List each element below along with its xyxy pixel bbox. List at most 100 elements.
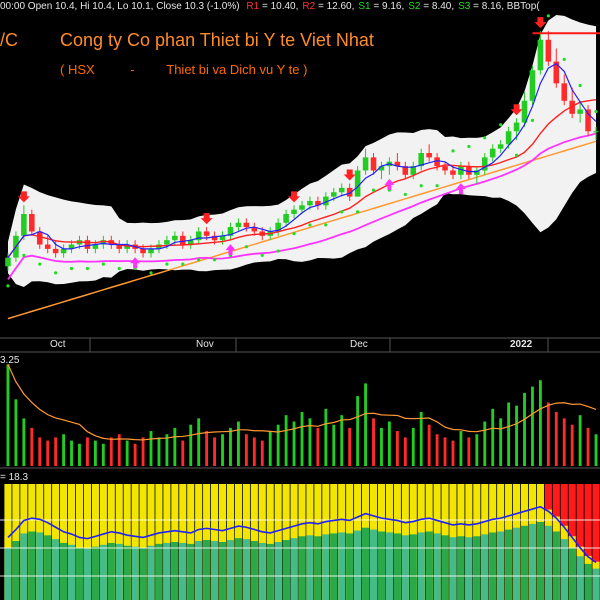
indicator-column-base (67, 544, 76, 600)
indicator-column-base (361, 527, 370, 600)
volume-bar (6, 364, 10, 466)
volume-bar (157, 437, 161, 466)
indicator-column-base (36, 532, 44, 600)
indicator-column-base (441, 535, 449, 600)
volume-bar (213, 437, 217, 466)
volume-bar (244, 434, 248, 466)
indicator-column-base (314, 536, 322, 600)
indicator-column-base (60, 542, 68, 600)
indicator-column-base (489, 532, 497, 600)
indicator-column-base (218, 541, 227, 600)
indicator-column-base (417, 532, 425, 600)
indicator-column-base (147, 545, 155, 600)
candle (370, 157, 377, 171)
volume-bar (260, 440, 264, 466)
volume-bar (364, 383, 368, 466)
volume-bar (300, 412, 304, 466)
candle (561, 83, 568, 101)
candle (593, 131, 599, 133)
sar-dot (276, 249, 280, 253)
volume-bar (531, 386, 534, 466)
candle (52, 248, 59, 254)
indicator-column-base (91, 546, 99, 600)
indicator-column-base (139, 547, 147, 600)
sar-dot (324, 223, 328, 227)
x-label-oct: Oct (50, 339, 66, 350)
indicator-column-base (266, 543, 274, 600)
candle (545, 39, 552, 62)
volume-bar (427, 424, 431, 466)
sar-dot (451, 149, 455, 153)
volume-bar (276, 424, 280, 466)
volume-bar (236, 421, 240, 466)
indicator-column-base (536, 522, 544, 600)
volume-bar (554, 412, 558, 466)
volume-bar (14, 399, 18, 466)
sar-dot (38, 262, 42, 266)
volume-bar (586, 427, 590, 466)
sar-dot (260, 253, 264, 258)
sar-dot (467, 144, 471, 149)
volume-bar (380, 427, 383, 466)
volume-bar (252, 437, 256, 466)
x-label-2022: 2022 (510, 339, 533, 350)
indicator-column-base (568, 547, 576, 600)
candle (148, 248, 154, 254)
sar-dot (149, 271, 153, 275)
sar-dot (6, 284, 10, 288)
volume-bar (22, 418, 26, 466)
indicator-column-base (473, 536, 481, 600)
volume-bar (443, 437, 447, 466)
volume-bar (562, 418, 566, 466)
sar-dot (435, 184, 439, 188)
x-label-dec: Dec (350, 339, 368, 350)
volume-bar (578, 415, 582, 466)
volume-bar (538, 380, 542, 466)
sar-dot (483, 136, 487, 140)
candle (84, 240, 91, 249)
indicator-column-base (298, 536, 306, 600)
sar-dot (499, 123, 503, 127)
indicator-column-base (226, 540, 235, 600)
indicator-column-base (155, 543, 163, 600)
indicator-column-base (322, 534, 330, 600)
sector-label: Thiet bi va Dich vu Y te ) (166, 62, 308, 77)
volume-bar (515, 405, 518, 466)
sar-dot (165, 262, 169, 266)
volume-bar (340, 415, 344, 466)
volume-bar (324, 408, 328, 466)
price-chart[interactable] (0, 0, 600, 600)
chart-window: 00:00 Open 10.4, Hi 10.4, Lo 10.1, Close… (0, 0, 600, 600)
indicator-column-base (211, 541, 219, 600)
volume-bar (165, 434, 169, 466)
volume-bar (332, 424, 336, 466)
indicator-column-base (12, 541, 20, 600)
candle (60, 248, 67, 254)
candle (362, 157, 369, 171)
indicator-column-base (115, 543, 123, 600)
indicator-column-base (203, 540, 211, 600)
indicator-column-base (20, 533, 28, 600)
indicator-column-base (282, 540, 290, 600)
candle (489, 148, 496, 158)
candle (164, 240, 170, 245)
indicator-column-base (250, 541, 258, 600)
indicator-column-base (465, 537, 473, 600)
indicator-column-base (290, 538, 298, 600)
indicator-column-base (99, 544, 107, 600)
volume-bar (499, 418, 503, 466)
volume-bar (173, 427, 177, 466)
x-label-nov: Nov (196, 339, 214, 350)
sar-dot (292, 232, 296, 236)
sar-dot (578, 83, 582, 88)
volume-bar (372, 418, 375, 466)
indicator-column-base (274, 541, 282, 600)
volume-bar (268, 431, 272, 466)
volume-bar (475, 434, 479, 466)
company-title: Cong ty Co phan Thiet bi Y te Viet Nhat (60, 30, 374, 50)
volume-bar (451, 440, 455, 466)
sar-dot (594, 110, 598, 114)
indicator-column-base (195, 541, 203, 600)
indicator-column-base (171, 541, 179, 600)
candle (529, 70, 536, 101)
